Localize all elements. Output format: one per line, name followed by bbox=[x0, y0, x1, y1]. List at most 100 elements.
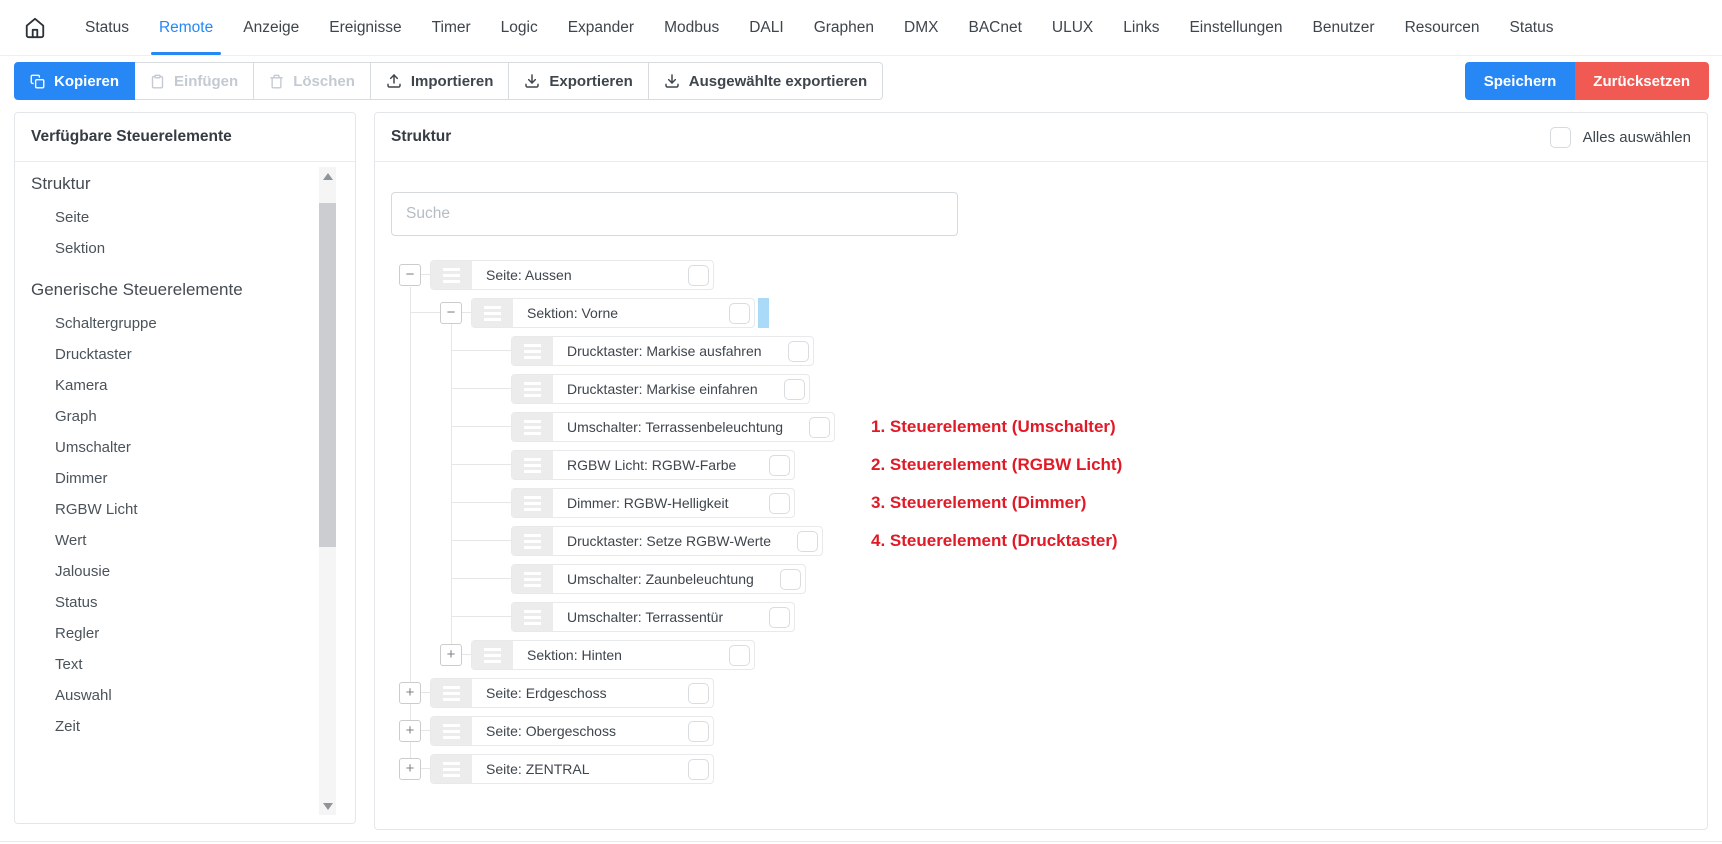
nav-tab-dali[interactable]: DALI bbox=[736, 0, 796, 55]
palette-item-dimmer[interactable]: Dimmer bbox=[15, 463, 355, 494]
drag-handle-icon[interactable] bbox=[512, 489, 553, 517]
expand-button[interactable]: + bbox=[399, 758, 421, 780]
drag-handle-icon[interactable] bbox=[472, 299, 513, 327]
node-checkbox[interactable] bbox=[809, 417, 830, 438]
select-all[interactable]: Alles auswählen bbox=[1550, 127, 1691, 148]
drag-handle-icon[interactable] bbox=[431, 755, 472, 783]
tree-node-umschalter-terrassent-r[interactable]: Umschalter: Terrassentür bbox=[511, 602, 795, 632]
node-checkbox[interactable] bbox=[769, 607, 790, 628]
palette-item-drucktaster[interactable]: Drucktaster bbox=[15, 339, 355, 370]
nav-tab-dmx[interactable]: DMX bbox=[891, 0, 951, 55]
node-checkbox[interactable] bbox=[769, 455, 790, 476]
tree-node-drucktaster-markise-einfahren[interactable]: Drucktaster: Markise einfahren bbox=[511, 374, 810, 404]
tree-node-seite-obergeschoss[interactable]: Seite: Obergeschoss bbox=[430, 716, 714, 746]
tree-node-drucktaster-setze-rgbw-werte[interactable]: Drucktaster: Setze RGBW-Werte bbox=[511, 526, 823, 556]
palette-item-status[interactable]: Status bbox=[15, 587, 355, 618]
select-all-checkbox[interactable] bbox=[1550, 127, 1571, 148]
palette-item-sektion[interactable]: Sektion bbox=[15, 233, 355, 264]
importieren-button[interactable]: Importieren bbox=[370, 62, 510, 100]
palette-item-wert[interactable]: Wert bbox=[15, 525, 355, 556]
tree-node-dimmer-rgbw-helligkeit[interactable]: Dimmer: RGBW-Helligkeit bbox=[511, 488, 795, 518]
scroll-up-arrow-icon[interactable] bbox=[319, 168, 336, 184]
drag-handle-icon[interactable] bbox=[512, 337, 553, 365]
palette-item-auswahl[interactable]: Auswahl bbox=[15, 680, 355, 711]
tree-node-umschalter-terrassenbeleuchtung[interactable]: Umschalter: Terrassenbeleuchtung bbox=[511, 412, 835, 442]
node-checkbox[interactable] bbox=[797, 531, 818, 552]
drag-handle-icon[interactable] bbox=[512, 603, 553, 631]
nav-tab-status-2[interactable]: Status bbox=[1497, 0, 1567, 55]
ausgew-hlte-exportieren-button[interactable]: Ausgewählte exportieren bbox=[648, 62, 883, 100]
nav-tab-links[interactable]: Links bbox=[1110, 0, 1172, 55]
expand-button[interactable]: + bbox=[399, 682, 421, 704]
node-checkbox[interactable] bbox=[788, 341, 809, 362]
drag-handle-icon[interactable] bbox=[431, 679, 472, 707]
scroll-down-arrow-icon[interactable] bbox=[319, 798, 336, 814]
drag-handle-icon[interactable] bbox=[512, 375, 553, 403]
drag-handle-icon[interactable] bbox=[472, 641, 513, 669]
tree-node-umschalter-zaunbeleuchtung[interactable]: Umschalter: Zaunbeleuchtung bbox=[511, 564, 806, 594]
palette-item-schaltergruppe[interactable]: Schaltergruppe bbox=[15, 308, 355, 339]
palette-item-rgbw-licht[interactable]: RGBW Licht bbox=[15, 494, 355, 525]
palette-item-regler[interactable]: Regler bbox=[15, 618, 355, 649]
zur-cksetzen-button[interactable]: Zurücksetzen bbox=[1574, 62, 1709, 100]
scrollbar-thumb[interactable] bbox=[319, 203, 336, 547]
drag-handle-icon[interactable] bbox=[431, 261, 472, 289]
node-checkbox[interactable] bbox=[688, 683, 709, 704]
node-checkbox[interactable] bbox=[688, 721, 709, 742]
nav-tab-ereignisse[interactable]: Ereignisse bbox=[316, 0, 414, 55]
drag-handle-icon[interactable] bbox=[431, 717, 472, 745]
nav-tab-modbus[interactable]: Modbus bbox=[651, 0, 732, 55]
palette-scrollbar[interactable] bbox=[319, 167, 336, 815]
nav-tab-benutzer[interactable]: Benutzer bbox=[1300, 0, 1388, 55]
palette-item-umschalter[interactable]: Umschalter bbox=[15, 432, 355, 463]
home-icon[interactable] bbox=[24, 16, 48, 40]
nav-tab-resourcen[interactable]: Resourcen bbox=[1392, 0, 1493, 55]
node-checkbox[interactable] bbox=[769, 493, 790, 514]
kopieren-button[interactable]: Kopieren bbox=[14, 62, 135, 100]
nav-tab-status[interactable]: Status bbox=[72, 0, 142, 55]
nav-tab-einstellungen[interactable]: Einstellungen bbox=[1176, 0, 1295, 55]
nav-tab-expander[interactable]: Expander bbox=[555, 0, 647, 55]
nav-tab-ulux[interactable]: ULUX bbox=[1039, 0, 1106, 55]
nav-tab-logic[interactable]: Logic bbox=[488, 0, 551, 55]
tree-node-sektion-hinten[interactable]: Sektion: Hinten bbox=[471, 640, 755, 670]
tree-node-seite-aussen[interactable]: Seite: Aussen bbox=[430, 260, 714, 290]
nav-tab-anzeige[interactable]: Anzeige bbox=[230, 0, 312, 55]
exportieren-button[interactable]: Exportieren bbox=[508, 62, 648, 100]
tree-node-rgbw-licht-rgbw-farbe[interactable]: RGBW Licht: RGBW-Farbe bbox=[511, 450, 795, 480]
tree-node-drucktaster-markise-ausfahren[interactable]: Drucktaster: Markise ausfahren bbox=[511, 336, 814, 366]
node-checkbox[interactable] bbox=[729, 645, 750, 666]
tree-node-sektion-vorne[interactable]: Sektion: Vorne bbox=[471, 298, 755, 328]
palette-item-zeit[interactable]: Zeit bbox=[15, 711, 355, 742]
nav-tab-bacnet[interactable]: BACnet bbox=[955, 0, 1034, 55]
search-input[interactable] bbox=[391, 192, 958, 236]
node-checkbox[interactable] bbox=[688, 265, 709, 286]
node-checkbox[interactable] bbox=[688, 759, 709, 780]
node-checkbox[interactable] bbox=[784, 379, 805, 400]
nav-tab-remote[interactable]: Remote bbox=[146, 0, 226, 55]
palette-item-jalousie[interactable]: Jalousie bbox=[15, 556, 355, 587]
palette-item-text[interactable]: Text bbox=[15, 649, 355, 680]
expand-button[interactable]: + bbox=[440, 644, 462, 666]
node-checkbox[interactable] bbox=[729, 303, 750, 324]
l-schen-button[interactable]: Löschen bbox=[253, 62, 371, 100]
tree-row-seite-obergeschoss: + Seite: Obergeschoss bbox=[391, 716, 1691, 746]
nav-tab-graphen[interactable]: Graphen bbox=[801, 0, 887, 55]
drag-handle-icon[interactable] bbox=[512, 413, 553, 441]
einf-gen-button[interactable]: Einfügen bbox=[134, 62, 254, 100]
node-label: Sektion: Vorne bbox=[527, 305, 618, 321]
drag-handle-icon[interactable] bbox=[512, 451, 553, 479]
speichern-button[interactable]: Speichern bbox=[1465, 62, 1576, 100]
palette-item-graph[interactable]: Graph bbox=[15, 401, 355, 432]
tree-node-seite-erdgeschoss[interactable]: Seite: Erdgeschoss bbox=[430, 678, 714, 708]
tree-node-seite-zentral[interactable]: Seite: ZENTRAL bbox=[430, 754, 714, 784]
palette-item-seite[interactable]: Seite bbox=[15, 202, 355, 233]
node-checkbox[interactable] bbox=[780, 569, 801, 590]
drag-handle-icon[interactable] bbox=[512, 527, 553, 555]
collapse-button[interactable]: − bbox=[440, 302, 462, 324]
nav-tab-timer[interactable]: Timer bbox=[419, 0, 484, 55]
collapse-button[interactable]: − bbox=[399, 264, 421, 286]
drag-handle-icon[interactable] bbox=[512, 565, 553, 593]
palette-item-kamera[interactable]: Kamera bbox=[15, 370, 355, 401]
expand-button[interactable]: + bbox=[399, 720, 421, 742]
